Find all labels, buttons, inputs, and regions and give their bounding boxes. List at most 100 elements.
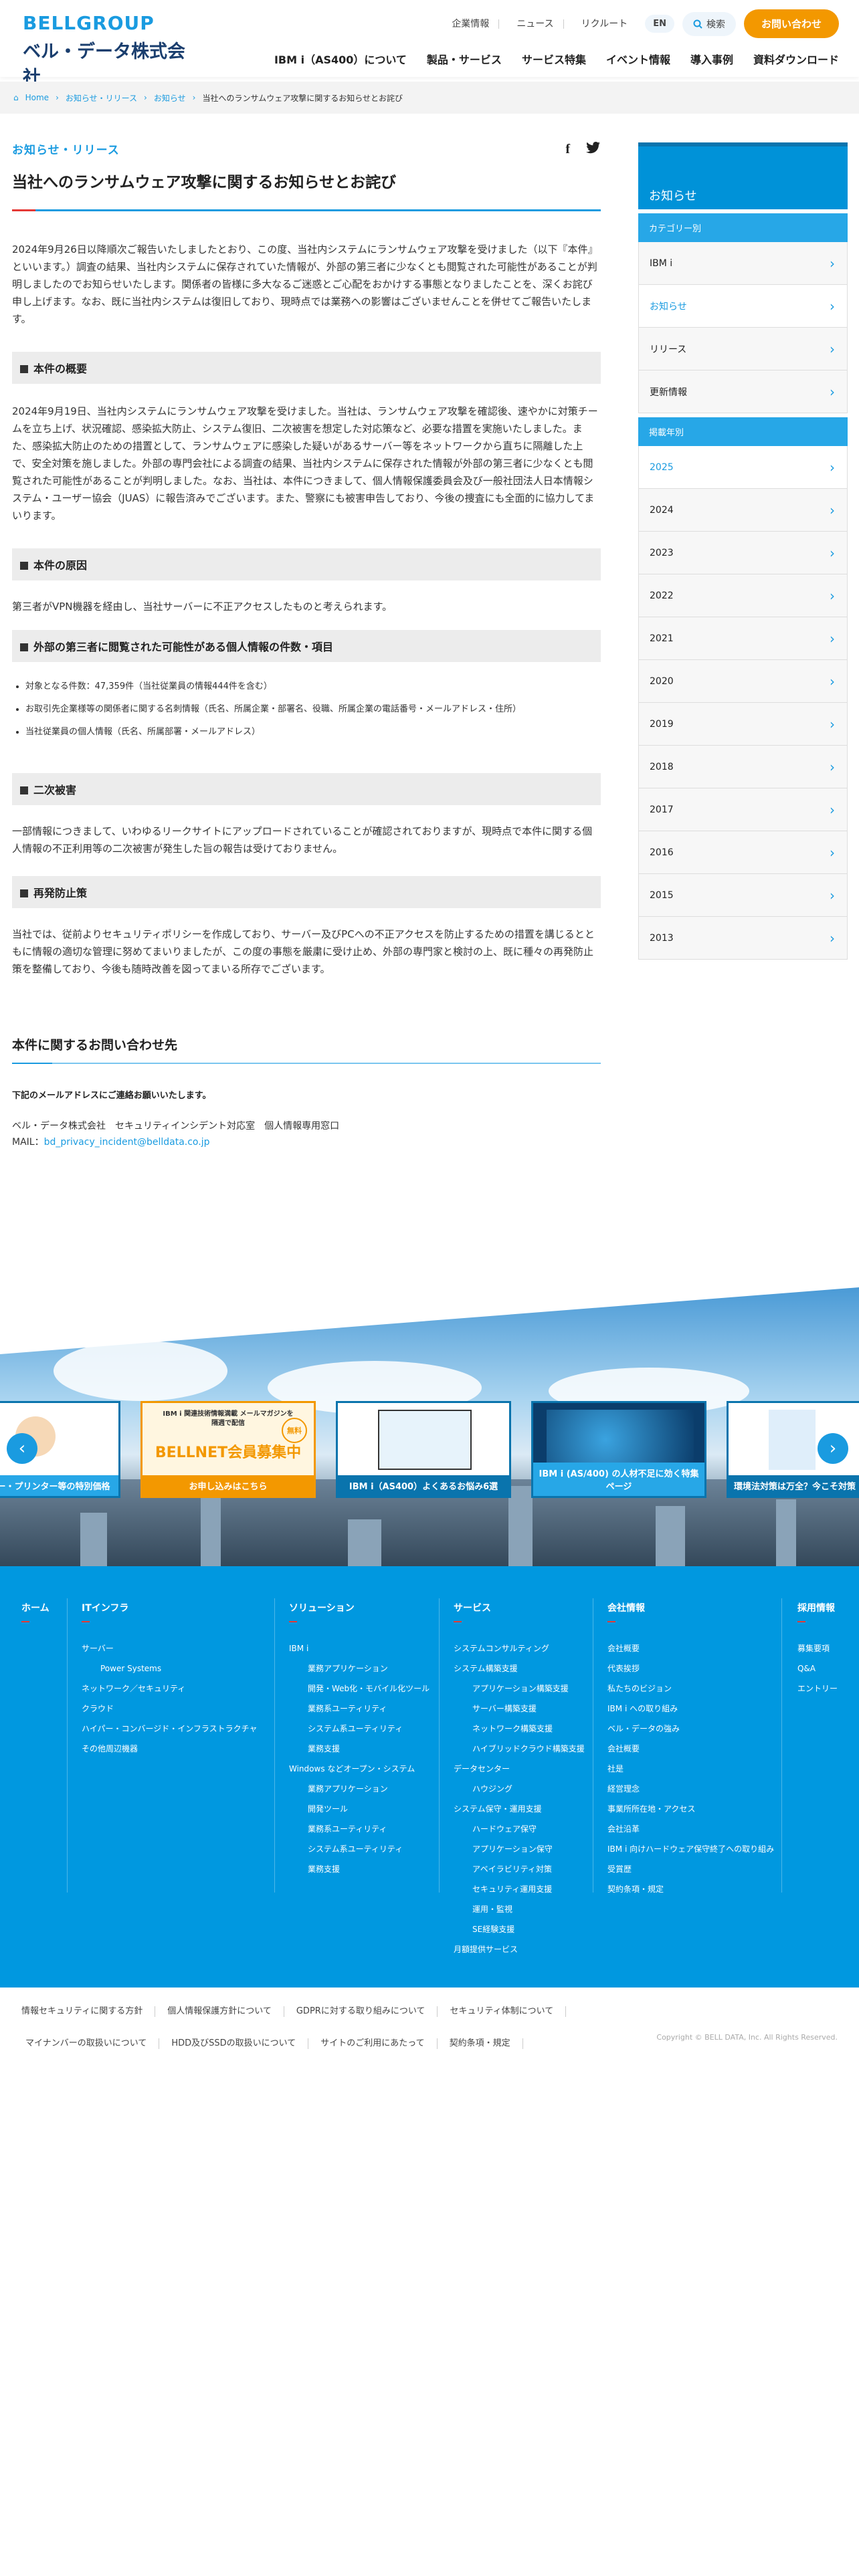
nav-events[interactable]: イベント情報 (606, 51, 670, 67)
breadcrumb-news[interactable]: お知らせ (154, 92, 186, 104)
sidebar-year-2019[interactable]: 2019 › (638, 703, 848, 746)
sidebar-year-2018[interactable]: 2018 › (638, 746, 848, 788)
footer-link[interactable]: Q&A (797, 1658, 838, 1679)
footer-link[interactable]: サーバー (82, 1638, 258, 1658)
sidebar-year-2025[interactable]: 2025 › (638, 446, 848, 489)
contact-mail-link[interactable]: bd_privacy_incident@belldata.co.jp (44, 1137, 210, 1148)
footer-link[interactable]: 運用・監視 (454, 1899, 585, 1919)
footer-link[interactable]: IBM i (289, 1638, 430, 1658)
footer-link[interactable]: ベル・データの強み (607, 1719, 774, 1739)
footer-link[interactable]: サーバー構築支援 (454, 1699, 585, 1719)
footer-link[interactable]: システムコンサルティング (454, 1638, 585, 1658)
footer-link[interactable]: 業務アプリケーション (289, 1779, 430, 1799)
footer-link[interactable]: 私たちのビジョン (607, 1679, 774, 1699)
footer-link[interactable]: 経営理念 (607, 1779, 774, 1799)
footer-link[interactable]: 契約条項・規定 (607, 1879, 774, 1899)
footer-link[interactable]: IBM i への取り組み (607, 1699, 774, 1719)
sidebar-year-2022[interactable]: 2022 › (638, 574, 848, 617)
carousel-slide[interactable]: IBM i (AS/400) の人材不足に効く特集ページ (531, 1401, 706, 1498)
nav-features[interactable]: サービス特集 (522, 51, 586, 67)
footer-link[interactable]: 会社概要 (607, 1638, 774, 1658)
footer-home-link[interactable]: ホーム (21, 1598, 50, 1622)
footer-link[interactable]: ハードウェア保守 (454, 1819, 585, 1839)
footer-link[interactable]: 募集要項 (797, 1638, 838, 1658)
sidebar-item-release[interactable]: リリース › (638, 328, 848, 370)
footer-link[interactable]: 受賞歴 (607, 1859, 774, 1879)
sidebar-year-2015[interactable]: 2015 › (638, 874, 848, 917)
policy-link-infosec[interactable]: 情報セキュリティに関する方針 (13, 2006, 156, 2017)
lang-switch-button[interactable]: EN (645, 15, 674, 33)
search-button[interactable]: 検索 (682, 11, 736, 36)
footer-link[interactable]: 代表挨拶 (607, 1658, 774, 1679)
sidebar-item-ibmi[interactable]: IBM i › (638, 242, 848, 285)
nav-ibmi[interactable]: IBM i（AS400）について (274, 51, 407, 67)
carousel-prev-button[interactable]: ‹ (7, 1433, 37, 1464)
footer-link[interactable]: ハイパー・コンバージド・インフラストラクチャ (82, 1719, 258, 1739)
footer-link[interactable]: 会社沿革 (607, 1819, 774, 1839)
footer-link[interactable]: 月額提供サービス (454, 1939, 585, 1959)
util-link-news[interactable]: ニュース (507, 19, 564, 29)
breadcrumb-home[interactable]: Home (25, 93, 49, 102)
sidebar-item-news[interactable]: お知らせ › (638, 285, 848, 328)
footer-link[interactable]: ハイブリッドクラウド構築支援 (454, 1739, 585, 1759)
footer-link[interactable]: エントリー (797, 1679, 838, 1699)
policy-link-mynumber[interactable]: マイナンバーの取扱いについて (13, 2038, 160, 2049)
footer-link[interactable]: システム保守・運用支援 (454, 1799, 585, 1819)
carousel-slide[interactable]: IBM i（AS400）よくあるお悩み6選 (336, 1401, 511, 1498)
footer-link[interactable]: 業務系ユーティリティ (289, 1699, 430, 1719)
carousel-next-button[interactable]: › (818, 1433, 848, 1464)
nav-downloads[interactable]: 資料ダウンロード (753, 51, 839, 67)
footer-link[interactable]: その他周辺機器 (82, 1739, 258, 1759)
sidebar-year-2020[interactable]: 2020 › (638, 660, 848, 703)
sidebar-year-2013[interactable]: 2013 › (638, 917, 848, 960)
util-link-recruit[interactable]: リクルート (572, 19, 638, 29)
facebook-icon[interactable]: f (565, 142, 570, 157)
twitter-icon[interactable] (586, 142, 601, 154)
sidebar-item-updates[interactable]: 更新情報 › (638, 370, 848, 413)
footer-link[interactable]: ネットワーク構築支援 (454, 1719, 585, 1739)
footer-link[interactable]: 社是 (607, 1759, 774, 1779)
footer-link[interactable]: クラウド (82, 1699, 258, 1719)
logo[interactable]: BELLGROUP ベル・データ株式会社 (23, 12, 190, 88)
footer-link[interactable]: システム構築支援 (454, 1658, 585, 1679)
nav-products[interactable]: 製品・サービス (427, 51, 502, 67)
footer-link[interactable]: Windows などオープン・システム (289, 1759, 430, 1779)
nav-cases[interactable]: 導入事例 (690, 51, 733, 67)
footer-link[interactable]: ハウジング (454, 1779, 585, 1799)
policy-link-security[interactable]: セキュリティ体制について (438, 2006, 567, 2017)
footer-link[interactable]: アプリケーション構築支援 (454, 1679, 585, 1699)
footer-link[interactable]: アベイラビリティ対策 (454, 1859, 585, 1879)
util-link-company[interactable]: 企業情報 (442, 19, 500, 29)
footer-link[interactable]: データセンター (454, 1759, 585, 1779)
sidebar-year-2016[interactable]: 2016 › (638, 831, 848, 874)
footer-link[interactable]: 業務支援 (289, 1859, 430, 1879)
footer-link[interactable]: アプリケーション保守 (454, 1839, 585, 1859)
sidebar-year-2023[interactable]: 2023 › (638, 532, 848, 574)
sidebar-year-2021[interactable]: 2021 › (638, 617, 848, 660)
footer-link[interactable]: セキュリティ運用支援 (454, 1879, 585, 1899)
footer-link[interactable]: 業務アプリケーション (289, 1658, 430, 1679)
footer-link[interactable]: 会社概要 (607, 1739, 774, 1759)
footer-link[interactable]: システム系ユーティリティ (289, 1839, 430, 1859)
sidebar-year-2024[interactable]: 2024 › (638, 489, 848, 532)
footer-link[interactable]: 事業所所在地・アクセス (607, 1799, 774, 1819)
breadcrumb-news-release[interactable]: お知らせ・リリース (66, 92, 137, 104)
footer-link[interactable]: 業務支援 (289, 1739, 430, 1759)
footer-link[interactable]: 開発・Web化・モバイル化ツール (289, 1679, 430, 1699)
policy-link-terms[interactable]: サイトのご利用にあたって (308, 2038, 438, 2049)
policy-link-hdd[interactable]: HDD及びSSDの取扱いについて (159, 2038, 309, 2049)
footer-link[interactable]: 業務系ユーティリティ (289, 1819, 430, 1839)
policy-link-gdpr[interactable]: GDPRに対する取り組みについて (284, 2006, 438, 2017)
sidebar-item-label: リリース (650, 344, 687, 355)
footer-link[interactable]: IBM i 向けハードウェア保守終了への取り組み (607, 1839, 774, 1859)
footer-link[interactable]: システム系ユーティリティ (289, 1719, 430, 1739)
policy-link-privacy[interactable]: 個人情報保護方針について (155, 2006, 284, 2017)
sidebar-year-2017[interactable]: 2017 › (638, 788, 848, 831)
footer-link[interactable]: 開発ツール (289, 1799, 430, 1819)
footer-link[interactable]: ネットワーク／セキュリティ (82, 1679, 258, 1699)
footer-link[interactable]: Power Systems (82, 1658, 258, 1679)
carousel-slide-bellnet[interactable]: IBM i 関連技術情報満載 メールマガジンを隔週で配信 無料 BELLNET会… (140, 1401, 316, 1498)
policy-link-contract[interactable]: 契約条項・規定 (438, 2038, 523, 2049)
contact-button[interactable]: お問い合わせ (743, 9, 839, 38)
footer-link[interactable]: SE経験支援 (454, 1919, 585, 1939)
